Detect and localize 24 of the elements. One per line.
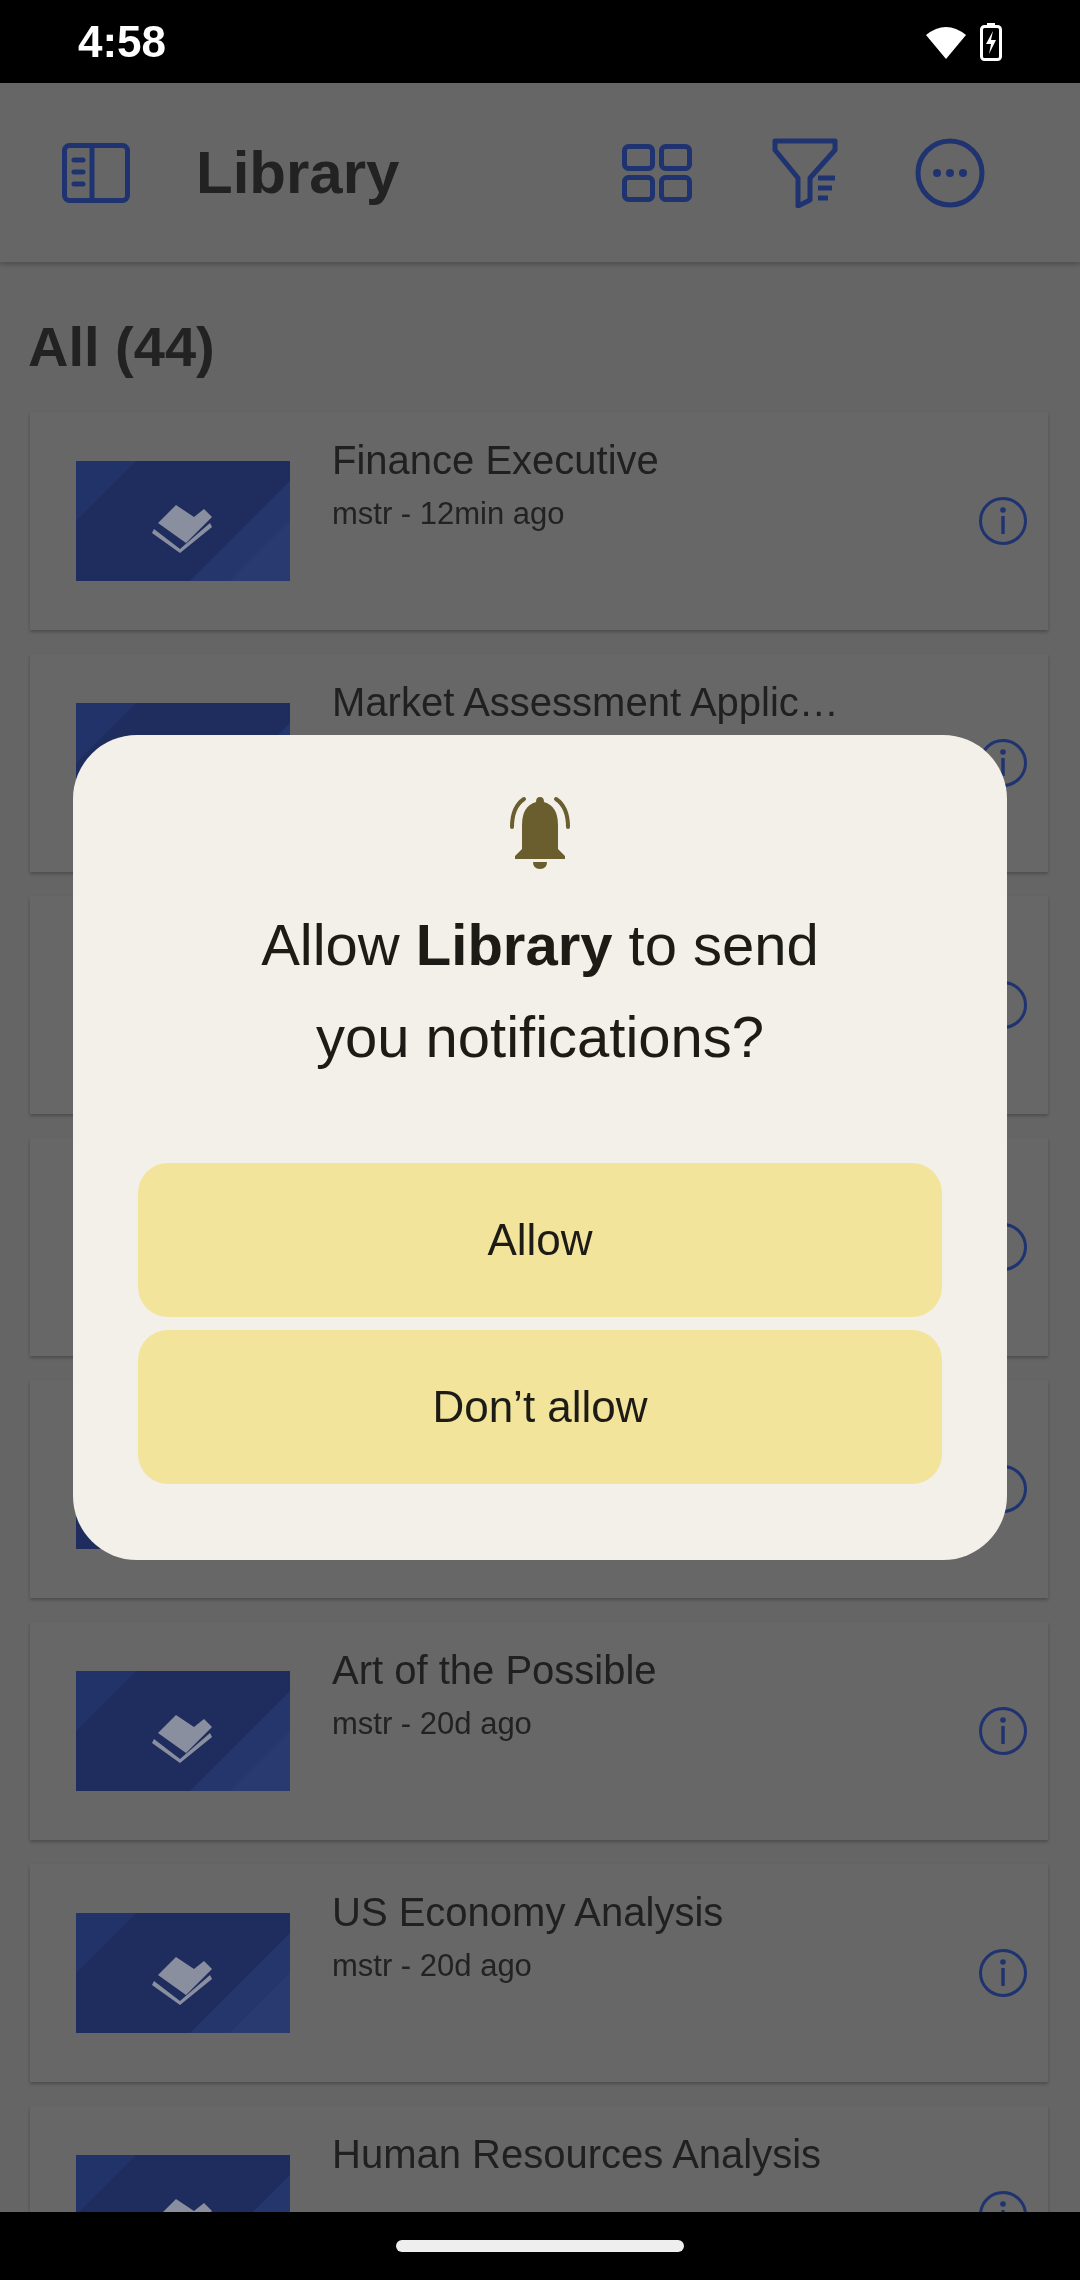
document-card[interactable]: Finance Executive mstr - 12min ago xyxy=(30,412,1048,630)
document-title: Finance Executive xyxy=(332,437,660,484)
section-heading: All (44) xyxy=(28,314,216,380)
document-card[interactable]: Human Resources Analysis xyxy=(30,2106,1048,2212)
app-title: Library xyxy=(196,137,400,208)
document-card[interactable]: US Economy Analysis mstr - 20d ago xyxy=(30,1864,1048,2082)
status-time: 4:58 xyxy=(78,15,167,68)
document-title: Art of the Possible xyxy=(332,1647,658,1694)
document-subtitle: mstr - 12min ago xyxy=(332,495,566,533)
document-card[interactable]: Art of the Possible mstr - 20d ago xyxy=(30,1622,1048,1840)
document-title: Market Assessment Applic… xyxy=(332,679,840,726)
wifi-icon xyxy=(924,24,968,59)
dialog-button[interactable]: Allow xyxy=(138,1163,942,1317)
sidebar-toggle-icon[interactable] xyxy=(62,142,130,203)
document-subtitle: mstr - 20d ago xyxy=(332,1947,533,1985)
document-title: US Economy Analysis xyxy=(332,1889,725,1936)
document-subtitle: mstr - 20d ago xyxy=(332,1705,533,1743)
dialog-title: Allow Library to send you notifications? xyxy=(260,911,820,1071)
filter-icon[interactable] xyxy=(772,137,838,208)
document-title: Human Resources Analysis xyxy=(332,2131,823,2178)
battery-charging-icon xyxy=(980,22,1002,61)
grid-view-icon[interactable] xyxy=(622,143,692,202)
more-options-icon[interactable] xyxy=(915,137,985,208)
dialog-button[interactable]: Don’t allow xyxy=(138,1330,942,1484)
